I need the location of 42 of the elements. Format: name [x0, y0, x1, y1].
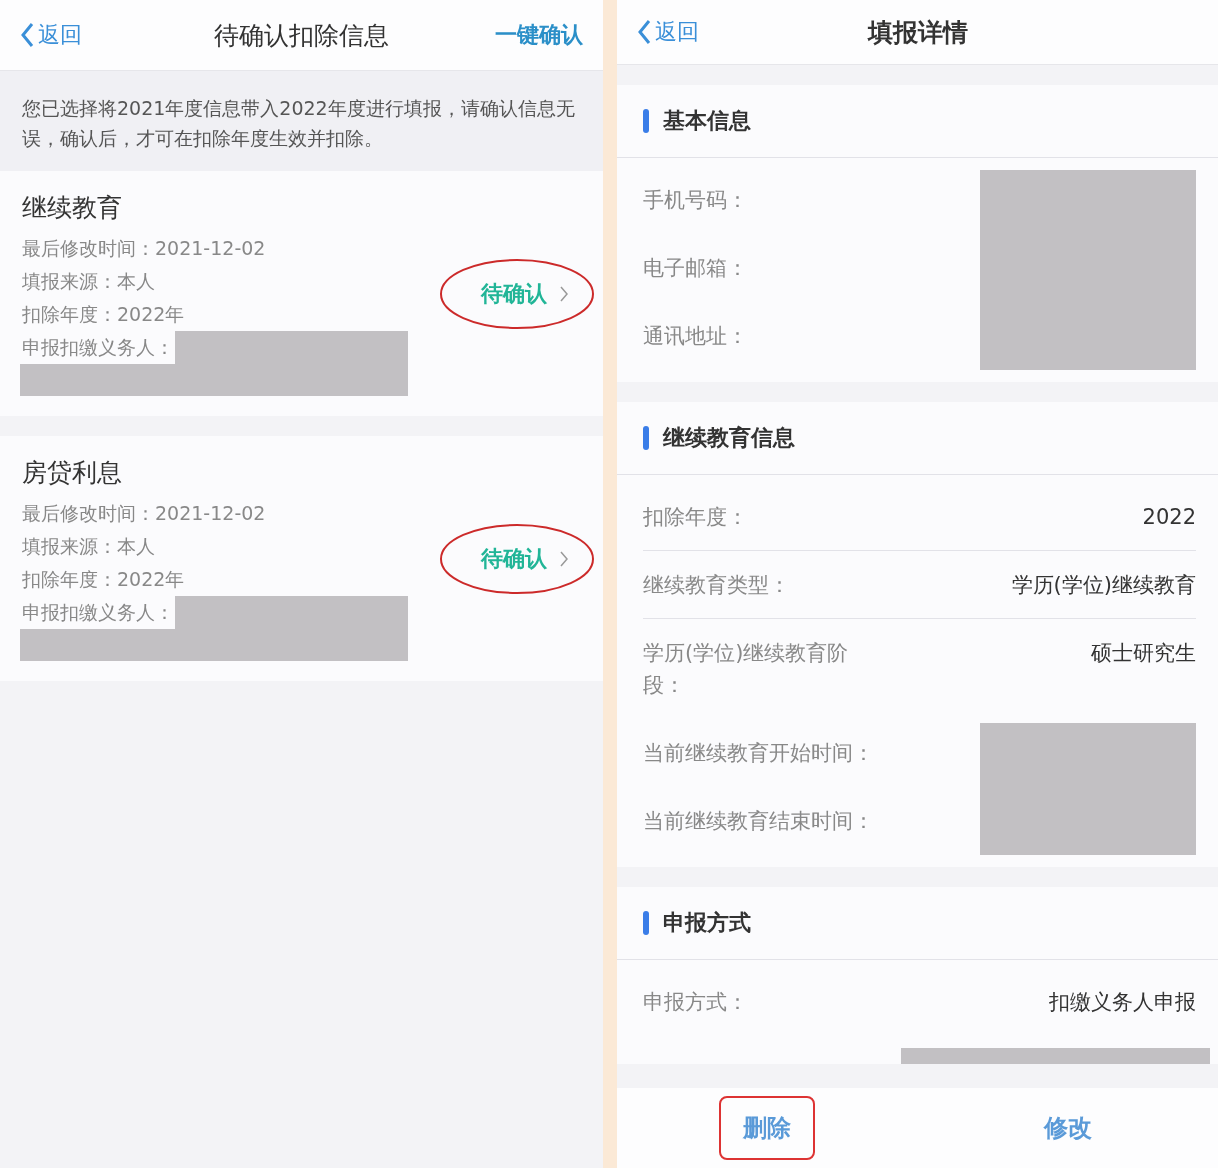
field-text: 最后修改时间：2021-12-02 — [22, 501, 267, 526]
field-value: 2022 — [1142, 505, 1196, 529]
field-label: 申报扣缴义务人： — [22, 600, 174, 625]
page-title: 待确认扣除信息 — [213, 19, 390, 52]
section-marker — [643, 109, 649, 133]
field-label: 当前继续教育结束时间： — [643, 809, 874, 833]
field-label: 继续教育类型： — [643, 573, 790, 597]
confirm-all-button[interactable]: 一键确认 — [463, 20, 583, 50]
field-label: 通讯地址： — [643, 324, 748, 348]
section-title: 基本信息 — [663, 107, 751, 135]
section-title: 继续教育信息 — [663, 424, 795, 452]
back-button[interactable]: 返回 — [637, 17, 757, 47]
field-value: 硕士研究生 — [1091, 641, 1196, 665]
section-marker — [643, 911, 649, 935]
field-label: 电子邮箱： — [643, 256, 748, 280]
page-title: 填报详情 — [866, 16, 969, 49]
field-label: 当前继续教育开始时间： — [643, 741, 874, 765]
section-marker — [643, 426, 649, 450]
field-value: 扣缴义务人申报 — [1049, 990, 1196, 1014]
field-label: 申报扣缴义务人： — [22, 335, 174, 360]
field-label: 扣除年度： — [643, 505, 748, 529]
field-text: 填报来源：本人 — [22, 534, 156, 559]
field-text: 扣除年度：2022年 — [22, 567, 186, 592]
chevron-icon — [559, 284, 569, 303]
field-value: 学历(学位)继续教育 — [1011, 573, 1196, 597]
card-title: 房贷利息 — [22, 457, 123, 489]
field-text: 最后修改时间：2021-12-02 — [22, 236, 267, 261]
action-button[interactable]: 删除 — [719, 1096, 816, 1160]
deduction-card[interactable]: 房贷利息 最后修改时间：2021-12-02 填报来源：本人 扣除年度：2022年 申报扣缴义务人： 待确认 — [0, 436, 603, 681]
back-button[interactable]: 返回 — [20, 20, 140, 50]
chevron-icon — [559, 549, 569, 568]
action-button[interactable]: 修改 — [1019, 1096, 1116, 1160]
deduction-card[interactable]: 继续教育 最后修改时间：2021-12-02 填报来源：本人 扣除年度：2022年 申报扣缴义务人： 待确认 — [0, 171, 603, 416]
card-title: 继续教育 — [22, 192, 123, 224]
back-icon — [20, 22, 34, 48]
back-icon — [637, 19, 651, 45]
field-label: 手机号码： — [643, 188, 748, 212]
field-text: 扣除年度：2022年 — [22, 302, 186, 327]
field-text: 填报来源：本人 — [22, 269, 156, 294]
field-label: 申报方式： — [643, 990, 748, 1014]
section-title: 申报方式 — [663, 909, 751, 937]
field-label: 学历(学位)继续教育阶段： — [643, 641, 849, 697]
